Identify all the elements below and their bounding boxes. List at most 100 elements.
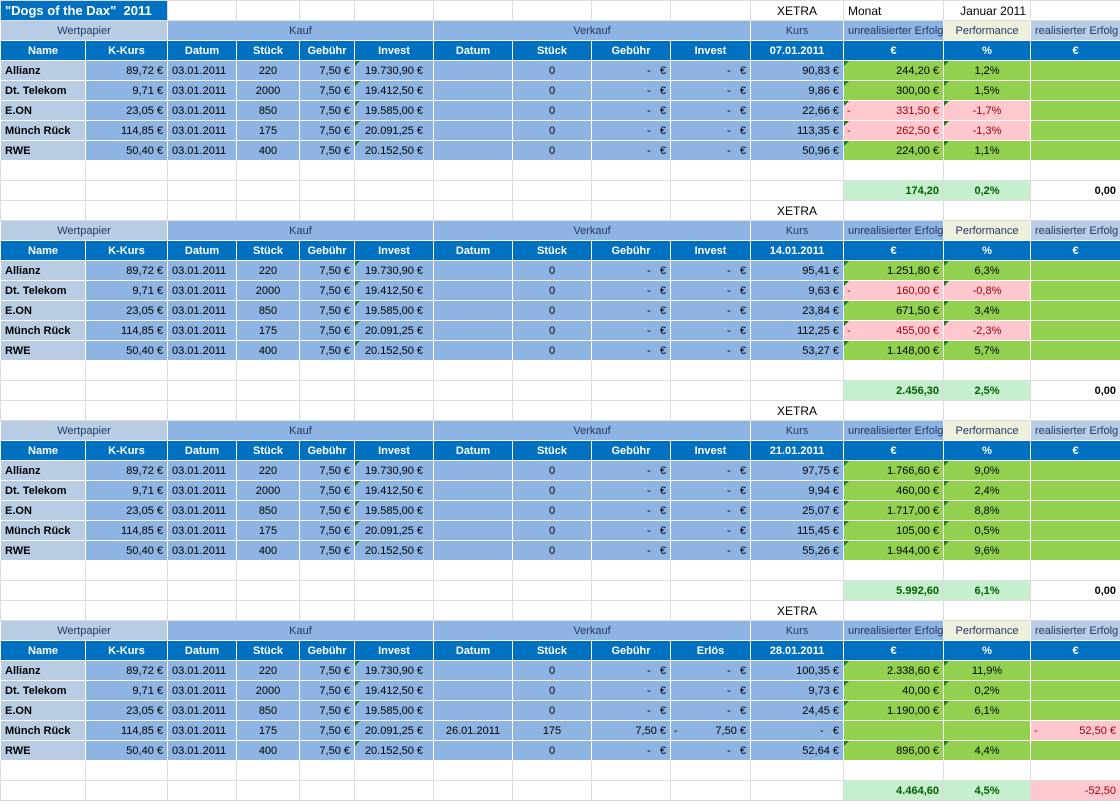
cell[interactable]: - 7,50 €: [670, 720, 751, 741]
cell[interactable]: [167, 0, 237, 21]
cell[interactable]: 0: [512, 500, 592, 521]
cell[interactable]: -2,3%: [943, 320, 1031, 341]
cell[interactable]: 19.730,90 €: [354, 260, 434, 281]
cell[interactable]: [943, 360, 1031, 381]
cell[interactable]: [85, 780, 168, 801]
cell[interactable]: [1030, 0, 1120, 21]
cell[interactable]: [591, 180, 671, 201]
cell[interactable]: [236, 600, 300, 621]
cell[interactable]: [1030, 260, 1120, 281]
cell[interactable]: 03.01.2011: [167, 80, 237, 101]
cell[interactable]: [843, 600, 944, 621]
cell[interactable]: [85, 600, 168, 621]
exchange-label[interactable]: XETRA: [750, 400, 844, 421]
cell[interactable]: - €: [670, 740, 751, 761]
cell[interactable]: 7,50 €: [299, 460, 355, 481]
cell[interactable]: [433, 320, 513, 341]
cell[interactable]: [433, 120, 513, 141]
cell[interactable]: [433, 480, 513, 501]
cell[interactable]: 0: [512, 660, 592, 681]
security-name[interactable]: Münch Rück: [0, 520, 86, 541]
cell[interactable]: 03.01.2011: [167, 340, 237, 361]
cell[interactable]: -0,8%: [943, 280, 1031, 301]
cell[interactable]: [433, 260, 513, 281]
cell[interactable]: [1030, 500, 1120, 521]
cell[interactable]: [591, 780, 671, 801]
cell[interactable]: [354, 580, 434, 601]
cell[interactable]: 1.251,80 €: [843, 260, 944, 281]
cell[interactable]: [354, 0, 434, 21]
security-name[interactable]: Münch Rück: [0, 320, 86, 341]
cell[interactable]: [512, 780, 592, 801]
cell[interactable]: [1030, 140, 1120, 161]
cell[interactable]: - €: [670, 140, 751, 161]
cell[interactable]: [354, 180, 434, 201]
column-header[interactable]: Datum: [167, 240, 237, 261]
cell[interactable]: [236, 180, 300, 201]
cell[interactable]: 50,40 €: [85, 540, 168, 561]
cell[interactable]: [1030, 520, 1120, 541]
cell[interactable]: 50,96 €: [750, 140, 844, 161]
total-unrealized[interactable]: 5.992,60: [843, 580, 944, 601]
security-name[interactable]: RWE: [0, 540, 86, 561]
security-name[interactable]: Allianz: [0, 60, 86, 81]
cell[interactable]: 9,6%: [943, 540, 1031, 561]
cell[interactable]: [591, 600, 671, 621]
cell[interactable]: 97,75 €: [750, 460, 844, 481]
cell[interactable]: [1030, 300, 1120, 321]
cell[interactable]: - €: [670, 660, 751, 681]
cell[interactable]: [433, 700, 513, 721]
cell[interactable]: 19.412,50 €: [354, 80, 434, 101]
column-header[interactable]: Datum: [167, 40, 237, 61]
cell[interactable]: [236, 200, 300, 221]
cell[interactable]: [670, 400, 751, 421]
cell[interactable]: - 52,50 €: [1030, 720, 1120, 741]
cell[interactable]: [670, 580, 751, 601]
cell[interactable]: [433, 200, 513, 221]
cell[interactable]: - €: [670, 280, 751, 301]
cell[interactable]: 400: [236, 540, 300, 561]
total-performance[interactable]: 6,1%: [943, 580, 1031, 601]
cell[interactable]: [1030, 660, 1120, 681]
cell[interactable]: 0: [512, 460, 592, 481]
cell[interactable]: [1030, 280, 1120, 301]
cell[interactable]: 23,05 €: [85, 500, 168, 521]
cell[interactable]: [1030, 700, 1120, 721]
security-name[interactable]: E.ON: [0, 100, 86, 121]
cell[interactable]: [670, 0, 751, 21]
cell[interactable]: [433, 60, 513, 81]
cell[interactable]: - 455,00 €: [843, 320, 944, 341]
unit-header[interactable]: €: [843, 240, 944, 261]
cell[interactable]: [591, 760, 671, 781]
cell[interactable]: [512, 600, 592, 621]
cell[interactable]: 7,50 €: [299, 520, 355, 541]
cell[interactable]: 1,2%: [943, 60, 1031, 81]
cell[interactable]: 9,71 €: [85, 280, 168, 301]
cell[interactable]: 03.01.2011: [167, 700, 237, 721]
total-performance[interactable]: 2,5%: [943, 380, 1031, 401]
cell[interactable]: [512, 180, 592, 201]
cell[interactable]: 03.01.2011: [167, 520, 237, 541]
cell[interactable]: [670, 200, 751, 221]
column-header[interactable]: Datum: [433, 440, 513, 461]
cell[interactable]: 113,35 €: [750, 120, 844, 141]
cell[interactable]: 20.091,25 €: [354, 520, 434, 541]
cell[interactable]: [1030, 740, 1120, 761]
cell[interactable]: 7,50 €: [299, 540, 355, 561]
header-wertpapier[interactable]: Wertpapier: [0, 620, 168, 641]
header-wertpapier[interactable]: Wertpapier: [0, 220, 168, 241]
column-header[interactable]: Datum: [433, 240, 513, 261]
cell[interactable]: 6,1%: [943, 700, 1031, 721]
unit-header[interactable]: %: [943, 40, 1031, 61]
cell[interactable]: 20.091,25 €: [354, 720, 434, 741]
cell[interactable]: 9,71 €: [85, 80, 168, 101]
total-realized[interactable]: 0,00: [1030, 180, 1120, 201]
cell[interactable]: 2000: [236, 480, 300, 501]
cell[interactable]: -1,7%: [943, 100, 1031, 121]
cell[interactable]: [512, 0, 592, 21]
total-unrealized[interactable]: 2.456,30: [843, 380, 944, 401]
cell[interactable]: [236, 760, 300, 781]
cell[interactable]: [512, 580, 592, 601]
cell[interactable]: - €: [591, 320, 671, 341]
cell[interactable]: [236, 0, 300, 21]
